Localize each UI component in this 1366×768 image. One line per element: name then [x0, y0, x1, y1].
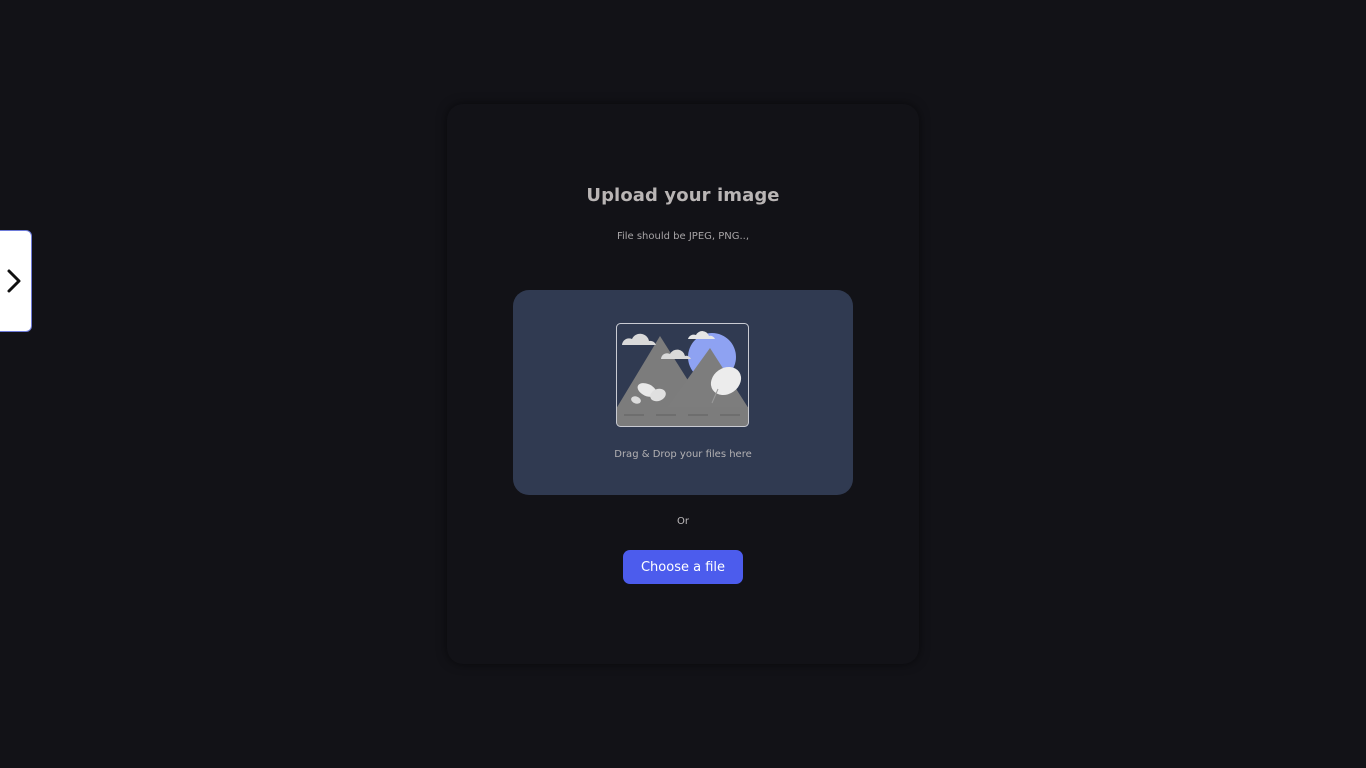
sidebar-toggle-button[interactable] — [0, 230, 32, 332]
chevron-right-icon — [5, 268, 23, 294]
choose-file-button[interactable]: Choose a file — [623, 550, 743, 584]
drop-zone-label: Drag & Drop your files here — [614, 449, 752, 460]
file-type-hint: File should be JPEG, PNG.., — [616, 231, 750, 242]
or-separator: Or — [677, 516, 689, 527]
drop-zone[interactable]: Drag & Drop your files here — [513, 290, 853, 495]
image-placeholder-icon — [616, 323, 749, 427]
page-title: Upload your image — [586, 185, 780, 206]
